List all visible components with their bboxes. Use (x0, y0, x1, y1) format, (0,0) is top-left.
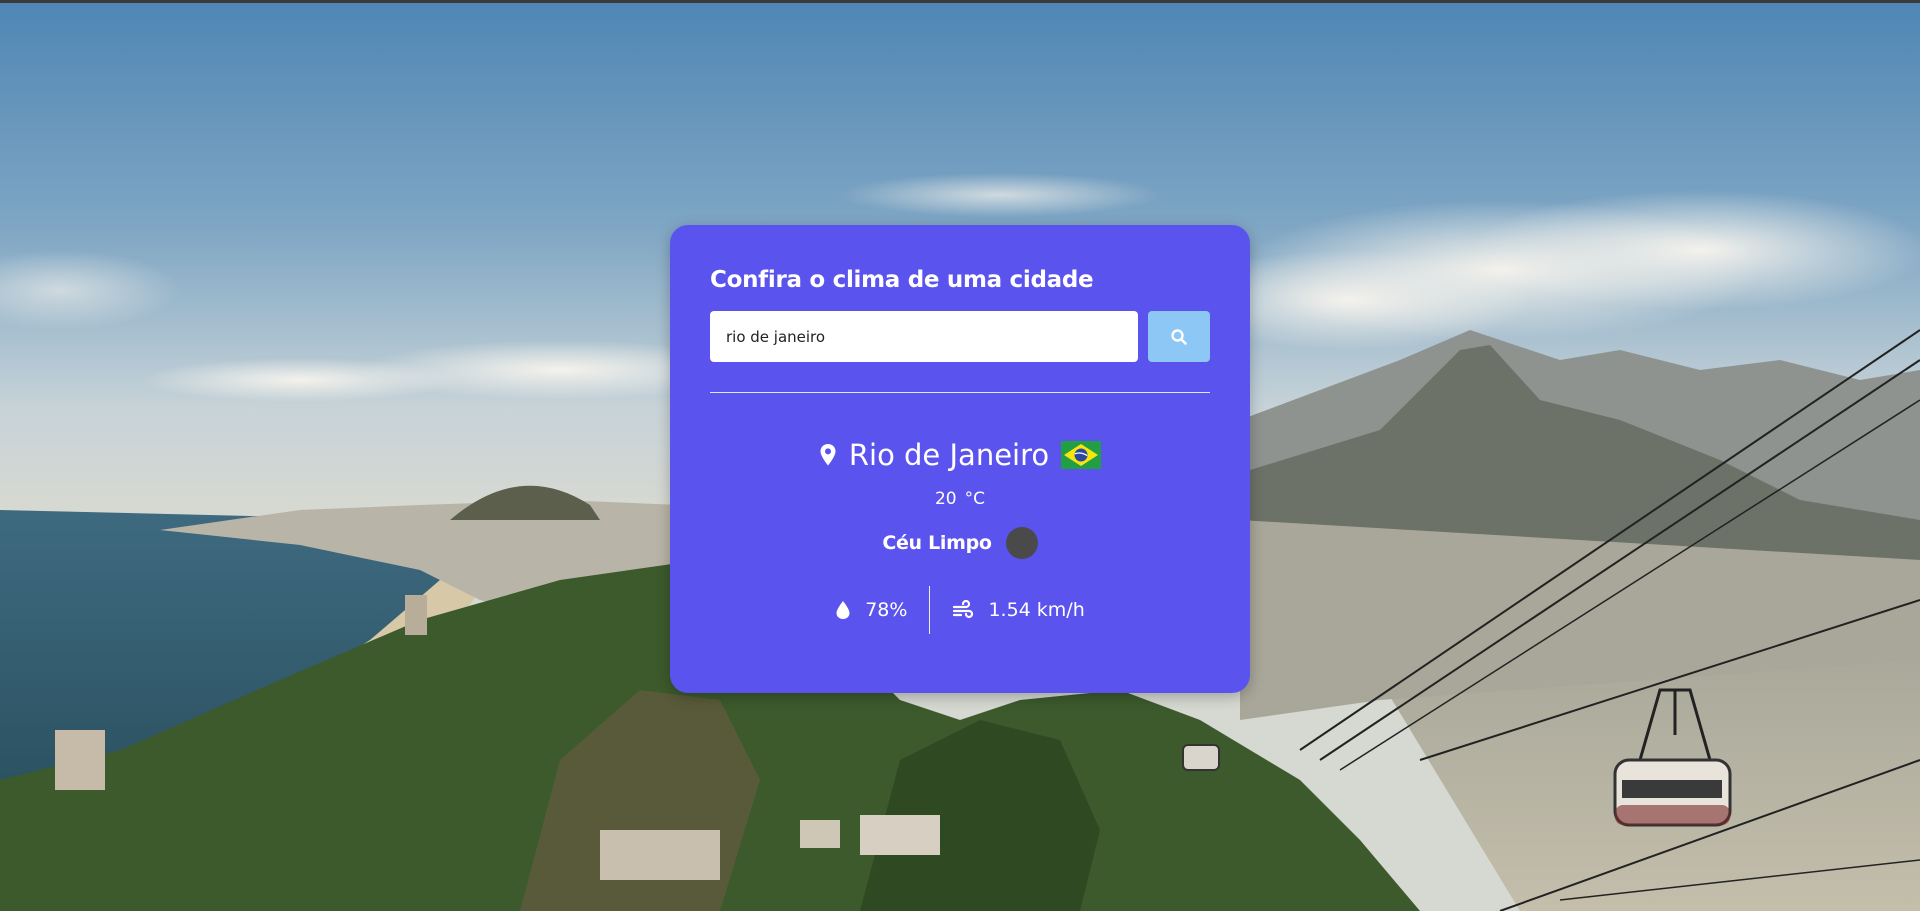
map-pin-icon (820, 444, 836, 466)
humidity-value: 78% (865, 599, 908, 621)
city-name: Rio de Janeiro (848, 438, 1050, 472)
divider (710, 392, 1210, 393)
wind-icon (953, 600, 974, 619)
city-search-input[interactable] (710, 311, 1139, 362)
weather-card: Confira o clima de uma cidade Rio de Jan… (670, 225, 1250, 693)
search-form (710, 311, 1210, 362)
wind: 1.54 km/h (930, 599, 1106, 621)
description-row: Céu Limpo (710, 526, 1210, 560)
temperature-row: 20 °C (710, 488, 1210, 510)
search-icon (1171, 328, 1187, 345)
weather-description: Céu Limpo (882, 532, 992, 554)
browser-top-edge (0, 0, 1920, 3)
wind-value: 1.54 km/h (988, 599, 1085, 621)
card-title: Confira o clima de uma cidade (710, 267, 1094, 293)
city-row: Rio de Janeiro (710, 435, 1210, 475)
humidity: 78% (813, 599, 929, 621)
temperature-value: 20 (934, 489, 957, 509)
weather-data: Rio de Janeiro 20 °C Céu Limpo 78% 1.54 … (710, 435, 1210, 634)
temperature-unit: °C (964, 489, 985, 509)
water-drop-icon (836, 601, 850, 619)
brazil-flag-icon (1061, 441, 1102, 469)
weather-condition-icon (1005, 527, 1038, 559)
details-row: 78% 1.54 km/h (710, 586, 1210, 634)
search-button[interactable] (1148, 311, 1210, 362)
